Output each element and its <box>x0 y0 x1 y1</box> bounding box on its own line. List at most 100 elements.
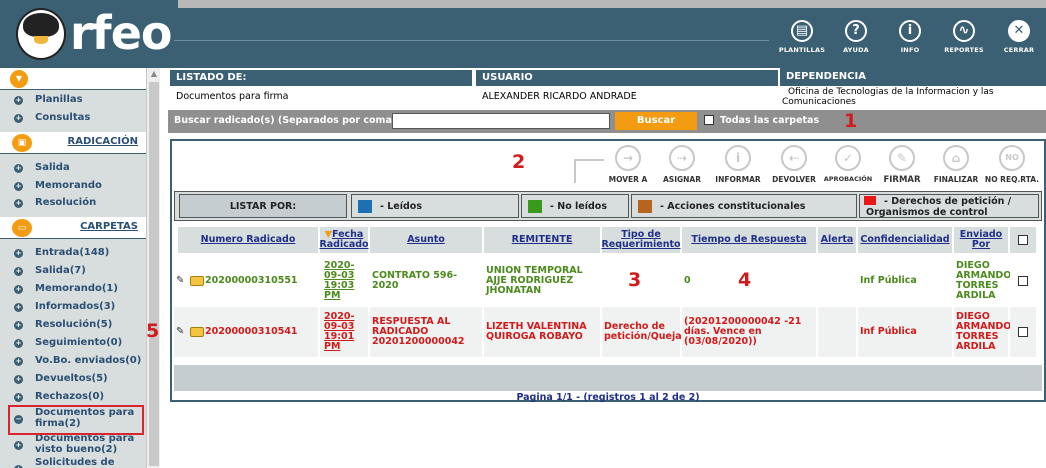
folder-resolucion[interactable]: + Resolución(5) <box>0 317 146 333</box>
row-checkbox[interactable] <box>1018 276 1028 286</box>
col-tiempo-respuesta[interactable]: Tiempo de Respuesta <box>682 227 816 253</box>
row-checkbox[interactable] <box>1018 327 1028 337</box>
plus-icon: + <box>14 357 23 366</box>
plus-icon: + <box>14 182 23 191</box>
cell-enviado: DIEGO ARMANDO TORRES ARDILA <box>954 257 1011 305</box>
assign-icon: ⇢ <box>669 145 695 171</box>
sidebar-item-label: Resolución <box>35 197 97 208</box>
action-devolver[interactable]: ⇠ DEVOLVER <box>766 145 822 184</box>
action-label: MOVER A <box>608 175 648 184</box>
scroll-up-icon[interactable]: ▲ <box>147 68 161 80</box>
main-content: LISTADO DE: USUARIO DEPENDENCIA Document… <box>168 68 1046 468</box>
folder-memorando[interactable]: + Memorando(1) <box>0 281 146 297</box>
folder-label: Devueltos(5) <box>35 373 108 384</box>
sidebar-item-planillas[interactable]: + Planillas <box>0 92 146 108</box>
cell-numero: ✎ 20200000310551 <box>174 257 318 305</box>
cell-select <box>1010 257 1036 305</box>
listar-por-label: LISTAR POR: <box>179 194 347 218</box>
header-top-strip <box>178 0 1046 8</box>
col-fecha-radicado[interactable]: ▼Fecha Radicado <box>319 227 369 253</box>
plus-icon: + <box>14 267 23 276</box>
action-aprobacion[interactable]: ✓ APROBACIÓN <box>820 145 876 183</box>
folder-icon[interactable] <box>190 327 204 337</box>
col-alerta[interactable]: Alerta <box>818 227 856 253</box>
action-finalizar[interactable]: ⌂ FINALIZAR <box>928 145 984 184</box>
section-carpetas[interactable]: ▭ CARPETAS <box>0 217 146 239</box>
cell-fecha[interactable]: 2020-09-03 19:01 PM <box>320 307 368 357</box>
usuario-value: ALEXANDER RICARDO ANDRADE <box>482 91 637 102</box>
section-radicacion-title: RADICACIÓN <box>67 136 138 147</box>
sidebar-top-toggle[interactable]: ▼ <box>0 68 146 90</box>
legend-label: - Derechos de petición / Organismos de c… <box>866 196 1012 218</box>
table-row[interactable]: ✎ 20200000310541 2020-09-03 19:01 PM RES… <box>174 307 1036 357</box>
app-root: rfeo ▤ PLANTILLAS ? AYUDA i INFO ∿ REPOR… <box>0 0 1046 468</box>
pencil-icon[interactable]: ✎ <box>176 327 188 337</box>
help-button[interactable]: ? AYUDA <box>831 20 881 62</box>
all-folders-label: Todas las carpetas <box>720 115 820 126</box>
listado-header: LISTADO DE: <box>170 70 472 86</box>
action-asignar[interactable]: ⇢ ASIGNAR <box>654 145 710 184</box>
folder-salida[interactable]: + Salida(7) <box>0 263 146 279</box>
search-input[interactable] <box>392 113 610 129</box>
legend-derechos[interactable]: - Derechos de petición / Organismos de c… <box>859 194 1039 218</box>
table-row[interactable]: ✎ 20200000310551 2020-09-03 19:03 PM CON… <box>174 257 1036 305</box>
action-informar[interactable]: i INFORMAR <box>710 145 766 184</box>
folder-devueltos[interactable]: + Devueltos(5) <box>0 371 146 387</box>
reports-icon: ∿ <box>953 20 975 42</box>
action-label: DEVOLVER <box>772 175 816 184</box>
sidebar-item-label: Memorando <box>35 180 102 191</box>
pencil-icon[interactable]: ✎ <box>176 276 188 286</box>
folder-solicitudes[interactable]: + Solicitudes de <box>0 457 146 468</box>
col-tipo-requerimiento[interactable]: Tipo de Requerimiento <box>601 227 681 253</box>
folder-rechazos[interactable]: + Rechazos(0) <box>0 389 146 405</box>
sign-icon: ✎ <box>889 145 915 171</box>
cell-confidencialidad: Inf Pública <box>858 307 952 357</box>
legend-acciones[interactable]: - Acciones constitucionales <box>631 194 857 218</box>
legend-leidos[interactable]: - Leídos <box>351 194 519 218</box>
sidebar-item-label: Planillas <box>35 94 83 105</box>
folder-label: Informados(3) <box>35 301 116 312</box>
arrow-right-icon: → <box>615 145 641 171</box>
close-button[interactable]: ✕ CERRAR <box>994 20 1044 62</box>
col-asunto[interactable]: Asunto <box>370 227 482 253</box>
plantillas-button[interactable]: ▤ PLANTILLAS <box>777 20 827 62</box>
plus-icon: + <box>14 285 23 294</box>
col-enviado-por[interactable]: Enviado Por <box>954 227 1008 253</box>
sidebar-item-salida[interactable]: + Salida <box>0 160 146 176</box>
search-button[interactable]: Buscar <box>615 112 697 130</box>
dependencia-header: DEPENDENCIA <box>780 68 1046 86</box>
search-bar: Buscar radicado(s) (Separados por coma) … <box>168 110 1046 133</box>
folder-seguimiento[interactable]: + Seguimiento(0) <box>0 335 146 351</box>
legend-no-leidos[interactable]: - No leídos <box>521 194 629 218</box>
sidebar-scrollbar[interactable]: ▲ <box>146 68 160 468</box>
folder-documentos-visto-bueno[interactable]: + Documentos para visto bueno(2) <box>0 433 146 459</box>
reports-button[interactable]: ∿ REPORTES <box>939 20 989 62</box>
folder-label: Solicitudes de <box>35 457 115 468</box>
col-select-all[interactable] <box>1010 227 1036 253</box>
annotation-4: 4 <box>738 269 752 291</box>
action-firmar[interactable]: ✎ FIRMAR <box>874 145 930 185</box>
header-divider <box>174 40 769 41</box>
action-no-req-rta[interactable]: NO NO REQ.RTA. <box>984 145 1040 184</box>
col-remitente[interactable]: REMITENTE <box>484 227 600 253</box>
sidebar-item-memorando[interactable]: + Memorando <box>0 178 146 194</box>
sidebar-item-resolucion[interactable]: + Resolución <box>0 195 146 211</box>
all-folders-checkbox[interactable] <box>704 115 714 125</box>
plus-icon: + <box>14 375 23 384</box>
app-header: rfeo ▤ PLANTILLAS ? AYUDA i INFO ∿ REPOR… <box>0 0 1046 68</box>
folder-label: Seguimiento(0) <box>35 337 123 348</box>
reports-label: REPORTES <box>944 46 984 54</box>
section-radicacion[interactable]: ▣ RADICACIÓN <box>0 132 146 154</box>
select-all-checkbox[interactable] <box>1018 235 1028 245</box>
info-button[interactable]: i INFO <box>885 20 935 62</box>
folder-icon[interactable] <box>190 276 204 286</box>
scrollbar-thumb[interactable] <box>149 82 159 466</box>
sidebar-item-consultas[interactable]: + Consultas <box>0 110 146 126</box>
cell-fecha[interactable]: 2020-09-03 19:03 PM <box>320 257 368 305</box>
col-numero-radicado[interactable]: Numero Radicado <box>178 227 318 253</box>
col-confidencialidad[interactable]: Confidencialidad <box>858 227 952 253</box>
folder-entrada[interactable]: + Entrada(148) <box>0 245 146 261</box>
folder-informados[interactable]: + Informados(3) <box>0 299 146 315</box>
folder-vobo-enviados[interactable]: + Vo.Bo. enviados(0) <box>0 353 146 369</box>
action-mover[interactable]: → MOVER A <box>600 145 656 184</box>
